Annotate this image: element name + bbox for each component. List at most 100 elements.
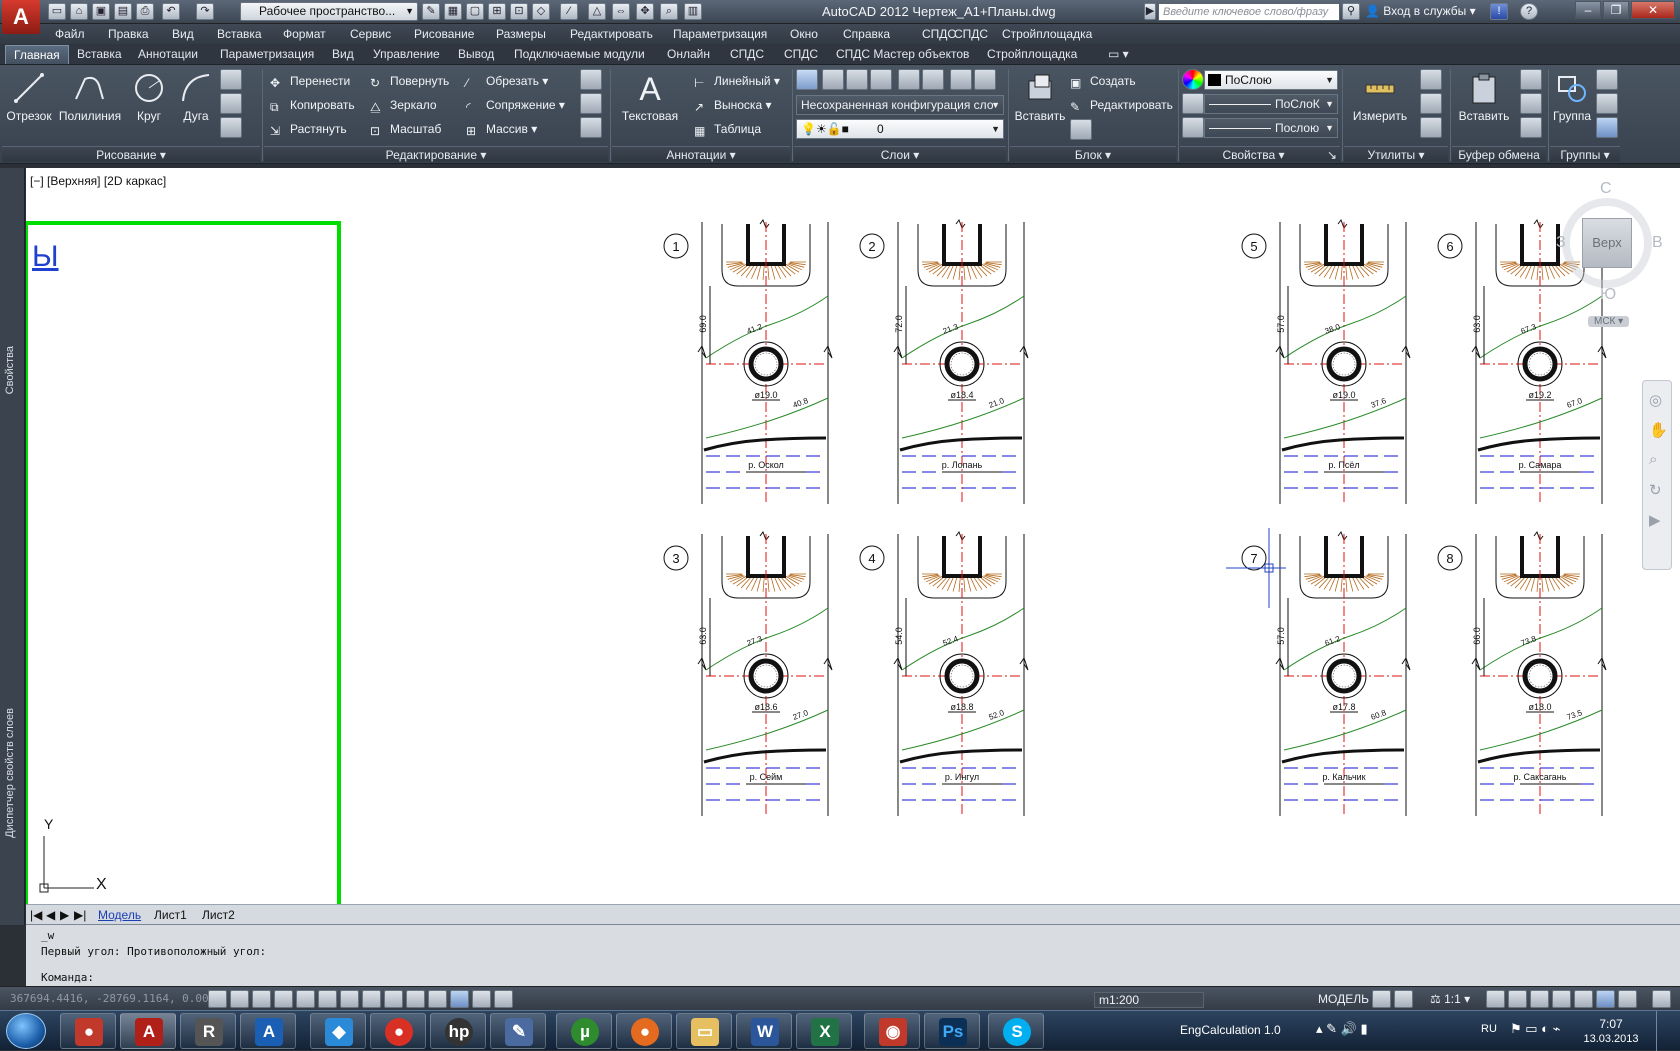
tab-sheet-2[interactable]: Лист2 — [202, 908, 235, 922]
qa-tool-10-icon[interactable]: ▥ — [684, 3, 702, 20]
qa-tool-9-icon[interactable]: ⇔ — [612, 3, 630, 20]
layer-tool-2-icon[interactable] — [846, 69, 868, 90]
taskbar-photoshop[interactable]: Ps — [924, 1013, 980, 1049]
create-block-button[interactable]: ▣ Создать — [1070, 71, 1136, 91]
trim-button[interactable]: ⁄ Обрезать ▾ — [466, 71, 548, 91]
layer-tool-6-icon[interactable] — [950, 69, 972, 90]
start-button[interactable] — [6, 1013, 46, 1049]
pan-nav-icon[interactable]: ✋ — [1649, 421, 1668, 439]
offset-icon[interactable] — [580, 117, 602, 138]
ribbon-options-icon[interactable]: ▭ ▾ — [1108, 47, 1129, 61]
scale-button[interactable]: ⊡ Масштаб — [370, 119, 441, 139]
annotation-panel-title[interactable]: Аннотации ▾ — [612, 146, 790, 162]
clean-screen-icon[interactable] — [1652, 990, 1671, 1008]
linetype-dropdown[interactable]: ПоСлоК ▼ — [1204, 94, 1338, 114]
insert-block-button[interactable]: Вставить — [1012, 69, 1068, 133]
modify-panel-title[interactable]: Редактирование ▾ — [264, 146, 608, 162]
clock-date[interactable]: 13.03.2013 — [1576, 1033, 1646, 1045]
menu-window[interactable]: Окно — [790, 27, 818, 41]
menu-edit[interactable]: Правка — [108, 27, 149, 41]
language-indicator[interactable]: RU — [1481, 1023, 1497, 1035]
match-properties-icon[interactable] — [1520, 117, 1542, 138]
taskbar-excel[interactable]: X — [796, 1013, 852, 1049]
undo-icon[interactable]: ↶ — [162, 3, 180, 20]
leader-button[interactable]: ↗ Выноска ▾ — [694, 95, 771, 115]
layer-tool-1-icon[interactable] — [822, 69, 844, 90]
group-edit-icon[interactable] — [1596, 93, 1618, 114]
menu-insert[interactable]: Вставка — [217, 27, 262, 41]
signin-button[interactable]: 👤 Вход в службы ▾ — [1365, 4, 1476, 18]
lock-icon[interactable] — [1552, 990, 1571, 1008]
snap-icon[interactable] — [230, 990, 249, 1008]
tab-stroy[interactable]: Стройплощадка — [987, 47, 1077, 61]
grid-icon[interactable] — [252, 990, 271, 1008]
taskbar-dropbox[interactable]: ◆ — [310, 1013, 366, 1049]
auto-scale-icon[interactable] — [1508, 990, 1527, 1008]
menu-spds-1[interactable]: СПДС — [922, 27, 956, 41]
region-icon[interactable] — [220, 117, 242, 138]
prev-layout-icon[interactable]: ◀ — [46, 908, 55, 922]
qa-tool-7-icon[interactable]: ⁄ — [560, 3, 578, 20]
copy-button[interactable]: ⧉ Копировать — [270, 95, 355, 115]
tab-spds-objects[interactable]: СПДС Мастер объектов — [836, 47, 969, 61]
layer-tool-4-icon[interactable] — [898, 69, 920, 90]
bulb-icon[interactable] — [1618, 990, 1637, 1008]
taskbar-autocad[interactable]: A — [120, 1013, 176, 1049]
line-button[interactable]: Отрезок — [4, 69, 54, 133]
color-wheel-icon[interactable] — [1182, 69, 1204, 90]
viewcube-east[interactable]: В — [1652, 234, 1663, 252]
taskbar-app-3[interactable]: R — [180, 1013, 236, 1049]
layer-tool-5-icon[interactable] — [922, 69, 944, 90]
layer-manager-palette-tab[interactable]: Диспетчер свойств слоев — [4, 708, 16, 838]
clipboard-panel-title[interactable]: Буфер обмена — [1452, 146, 1546, 162]
workspace-switch-icon[interactable] — [1530, 990, 1549, 1008]
taskbar-camera[interactable]: ◉ — [864, 1013, 920, 1049]
qa-tool-1-icon[interactable]: ✎ — [422, 3, 440, 20]
viewport-controls[interactable]: [−] [Верхняя] [2D каркас] — [30, 174, 166, 188]
properties-panel-title[interactable]: Свойства ▾ ↘ — [1180, 146, 1340, 162]
rectangle-icon[interactable] — [220, 69, 242, 90]
search-expand-icon[interactable]: ▶ — [1144, 3, 1156, 20]
tab-plugins[interactable]: Подключаемые модули — [514, 47, 645, 61]
tab-model[interactable]: Модель — [98, 908, 141, 922]
menu-help[interactable]: Справка — [843, 27, 890, 41]
tab-spds-2[interactable]: СПДС — [784, 47, 818, 61]
taskbar-app-8[interactable]: ✎ — [490, 1013, 546, 1049]
command-input[interactable]: Команда: — [41, 971, 94, 984]
groups-panel-title[interactable]: Группы ▾ — [1550, 146, 1620, 162]
tab-parametric[interactable]: Параметризация — [220, 47, 314, 61]
help-icon[interactable]: ? — [1520, 3, 1538, 20]
tab-home[interactable]: Главная — [5, 45, 69, 64]
group-button[interactable]: Группа — [1550, 69, 1594, 133]
tray-icons[interactable]: ▴ ✎ 🔊 ▮ — [1316, 1021, 1368, 1037]
app-menu-button[interactable]: A — [2, 0, 40, 34]
hatch-icon[interactable] — [220, 93, 242, 114]
tab-sheet-1[interactable]: Лист1 — [154, 908, 187, 922]
utility-3-icon[interactable] — [1420, 117, 1442, 138]
viewcube[interactable]: Верх С Ю З В МСК ▾ — [1552, 176, 1672, 336]
navigation-bar[interactable]: ◎ ✋ ⌕ ↻ ▶ — [1642, 380, 1672, 570]
tab-view[interactable]: Вид — [332, 47, 354, 61]
print-icon[interactable]: ⎙ — [136, 3, 154, 20]
cut-icon[interactable] — [1520, 69, 1542, 90]
ungroup-icon[interactable] — [1596, 69, 1618, 90]
qa-tool-4-icon[interactable]: ⊞ — [488, 3, 506, 20]
binoculars-icon[interactable]: ⚲ — [1342, 3, 1360, 20]
taskbar-hp[interactable]: hp — [430, 1013, 486, 1049]
tab-spds-1[interactable]: СПДС — [730, 47, 764, 61]
qa-tool-8-icon[interactable]: △ — [588, 3, 606, 20]
minimize-button[interactable]: – — [1575, 1, 1601, 19]
coordinate-readout[interactable]: 367694.4416, -28769.1164, 0.0000 — [10, 992, 222, 1005]
tab-output[interactable]: Вывод — [458, 47, 494, 61]
taskbar-explorer[interactable]: ▭ — [676, 1013, 732, 1049]
polyline-button[interactable]: Полилиния — [58, 69, 122, 133]
erase-icon[interactable] — [580, 69, 602, 90]
osnap-icon[interactable] — [318, 990, 337, 1008]
steering-wheel-icon[interactable]: ◎ — [1649, 391, 1662, 409]
fillet-button[interactable]: ◜ Сопряжение ▾ — [466, 95, 565, 115]
hardware-accel-icon[interactable] — [1574, 990, 1593, 1008]
taskbar-skype[interactable]: S — [988, 1013, 1044, 1049]
orbit-icon[interactable]: ↻ — [1649, 481, 1662, 499]
menu-file[interactable]: Файл — [55, 27, 85, 41]
annotation-scale[interactable]: ⚖ 1:1 ▾ — [1430, 992, 1470, 1006]
